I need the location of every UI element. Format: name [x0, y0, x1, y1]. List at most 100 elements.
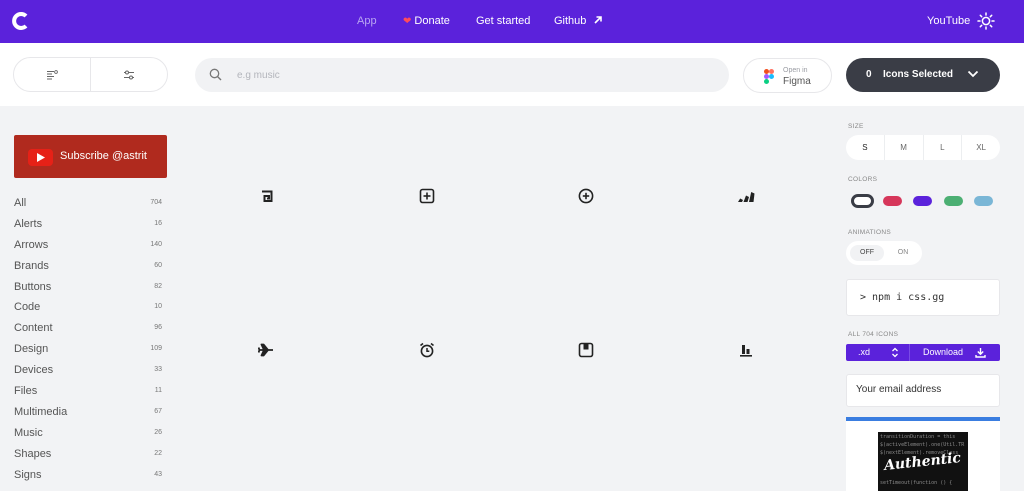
colors-section-label: COLORS: [848, 176, 878, 183]
figma-big-label: Figma: [783, 76, 811, 87]
add-icon[interactable]: [576, 186, 596, 206]
css-gg-logo-icon[interactable]: [12, 12, 30, 30]
subscribe-label: Subscribe @astrit: [60, 150, 147, 162]
search-icon: [209, 68, 222, 81]
view-toggle: [13, 57, 168, 92]
category-item[interactable]: Design 109: [14, 339, 162, 360]
options-icon: [124, 70, 134, 79]
category-item[interactable]: Signs 43: [14, 465, 162, 486]
category-item[interactable]: Arrows 140: [14, 235, 162, 256]
size-option[interactable]: M: [883, 135, 923, 160]
sun-icon[interactable]: [977, 12, 995, 30]
nav-github-label: Github: [554, 15, 587, 27]
nav-donate-label: Donate: [414, 15, 450, 27]
airplane-icon[interactable]: [256, 340, 276, 360]
size-section-label: SIZE: [848, 123, 864, 130]
category-count: 43: [154, 470, 162, 478]
category-count: 96: [154, 324, 162, 332]
selected-count: 0: [866, 69, 872, 80]
download-icon: [975, 348, 986, 358]
subscribe-button[interactable]: Subscribe @astrit: [14, 135, 167, 178]
nav-app-link[interactable]: App: [357, 14, 377, 28]
toolbar: Open in Figma 0 Icons Selected: [0, 43, 1024, 106]
email-field[interactable]: [856, 384, 992, 395]
add-r-icon[interactable]: [417, 186, 437, 206]
category-name: Multimedia: [14, 405, 68, 418]
category-count: 82: [154, 282, 162, 290]
category-count: 11: [154, 387, 162, 395]
ad-code-line: $(activeElement).one(Util.TR: [880, 442, 965, 448]
color-swatch-purple[interactable]: [913, 196, 932, 206]
top-nav: App ❤ Donate Get started Github YouTube: [0, 0, 1024, 43]
nav-github-link[interactable]: Github: [554, 14, 603, 28]
category-name: Music: [14, 426, 43, 439]
select-arrows-icon: [892, 347, 898, 358]
search-bar: [195, 58, 729, 92]
figma-small-label: Open in: [783, 67, 808, 74]
category-item[interactable]: Devices 33: [14, 360, 162, 381]
color-swatch-dark[interactable]: [851, 194, 874, 208]
heart-icon: ❤: [403, 16, 412, 27]
all-icons-label: ALL 704 ICONS: [848, 331, 899, 338]
category-count: 704: [150, 199, 162, 206]
color-swatch-red[interactable]: [883, 196, 902, 206]
view-list-button[interactable]: [14, 58, 90, 91]
abstract-icon[interactable]: [257, 186, 277, 206]
category-name: Shapes: [14, 447, 52, 460]
category-name: Files: [14, 385, 38, 398]
category-item[interactable]: Brands 60: [14, 256, 162, 277]
size-selector: S M L XL: [846, 135, 1000, 160]
color-swatch-blue[interactable]: [974, 196, 993, 206]
color-swatch-green[interactable]: [944, 196, 963, 206]
view-options-button[interactable]: [90, 58, 167, 91]
npm-command-box[interactable]: > npm i css.gg: [846, 279, 1000, 316]
size-option[interactable]: S: [846, 135, 884, 160]
category-item[interactable]: Multimedia 67: [14, 402, 162, 423]
category-item[interactable]: Files 11: [14, 381, 162, 402]
category-count: 67: [154, 407, 162, 415]
nav-get-started-link[interactable]: Get started: [476, 14, 530, 28]
animations-off-option[interactable]: OFF: [850, 245, 884, 261]
npm-command-text: > npm i css.gg: [860, 292, 945, 303]
category-count: 60: [154, 261, 162, 269]
nav-youtube-link[interactable]: YouTube: [927, 14, 970, 28]
album-icon[interactable]: [576, 340, 596, 360]
alarm-icon[interactable]: [417, 340, 437, 360]
category-name: Alerts: [14, 217, 43, 230]
category-name: Signs: [14, 468, 42, 481]
youtube-icon: [28, 149, 53, 166]
category-name: Content: [14, 322, 53, 335]
category-item[interactable]: Music 26: [14, 423, 162, 444]
category-item[interactable]: Alerts 16: [14, 214, 162, 235]
category-count: 16: [154, 219, 162, 227]
category-list: All 704 Alerts 16 Arrows 140 Brands 60 Butto…: [14, 193, 162, 485]
chevron-down-icon: [967, 70, 979, 78]
size-option[interactable]: L: [922, 135, 962, 160]
category-name: Devices: [14, 364, 54, 377]
format-select[interactable]: .xd: [858, 347, 870, 357]
category-item[interactable]: Code 10: [14, 297, 162, 318]
align-bottom-icon[interactable]: [736, 340, 756, 360]
size-option[interactable]: XL: [961, 135, 1000, 160]
align-left-icon: [47, 69, 58, 79]
icons-selected-dropdown[interactable]: 0 Icons Selected: [846, 58, 1000, 92]
open-in-figma-button[interactable]: Open in Figma: [743, 58, 832, 93]
category-item[interactable]: All 704: [14, 193, 162, 214]
animations-on-option[interactable]: ON: [890, 245, 916, 261]
divider: [909, 344, 910, 361]
download-button[interactable]: Download: [923, 347, 963, 357]
adidas-icon[interactable]: [736, 186, 756, 206]
email-field-box: [846, 374, 1000, 407]
nav-donate-link[interactable]: ❤ Donate: [403, 14, 450, 29]
figma-icon: [764, 69, 774, 84]
category-count: 26: [154, 428, 162, 436]
category-item[interactable]: Buttons 82: [14, 277, 162, 298]
selected-label: Icons Selected: [883, 69, 954, 80]
ad-code-line: transitionDuration = this: [880, 434, 956, 440]
ad-banner[interactable]: transitionDuration = this $(activeElemen…: [846, 417, 1000, 491]
category-name: Code: [14, 301, 41, 314]
ad-image: transitionDuration = this $(activeElemen…: [878, 432, 968, 491]
category-item[interactable]: Shapes 22: [14, 444, 162, 465]
category-item[interactable]: Content 96: [14, 318, 162, 339]
search-input[interactable]: [237, 66, 707, 84]
